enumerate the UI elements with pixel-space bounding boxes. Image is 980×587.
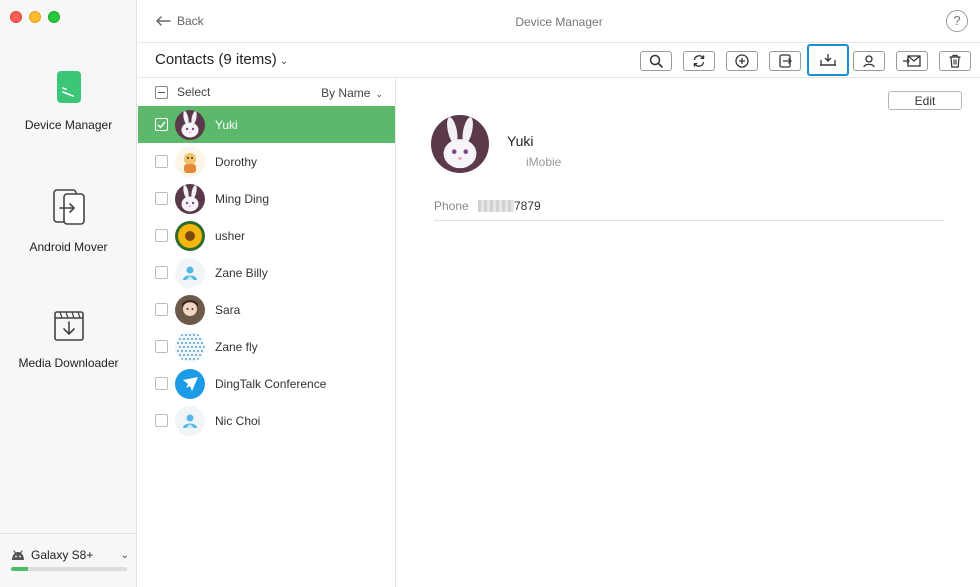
trash-icon	[949, 54, 961, 68]
contact-row[interactable]: usher	[138, 217, 395, 254]
avatar	[175, 109, 205, 140]
contact-row[interactable]: Nic Choi	[138, 402, 395, 439]
send-icon	[903, 55, 921, 67]
content-header: Contacts (9 items) ⌄	[138, 43, 980, 78]
export-icon	[779, 54, 792, 68]
storage-fill	[11, 567, 29, 571]
row-checkbox[interactable]	[155, 377, 168, 390]
download-icon	[53, 311, 84, 341]
row-checkbox[interactable]	[155, 303, 168, 316]
contact-name: usher	[215, 228, 246, 243]
contact-company: iMobie	[526, 155, 562, 169]
avatar	[175, 183, 205, 214]
title-bar: Back Device Manager ?	[138, 0, 980, 43]
add-button[interactable]	[726, 51, 758, 71]
sort-label: By Name	[321, 86, 371, 100]
sidebar-item-label: Media Downloader	[18, 356, 119, 370]
contact-detail-panel: Edit Yuki iMobie Phone 7879	[397, 78, 980, 587]
contact-row[interactable]: Ming Ding	[138, 180, 395, 217]
contact-name: Sara	[215, 302, 241, 317]
storage-bar	[11, 567, 127, 571]
chevron-down-icon[interactable]: ⌄	[121, 550, 129, 561]
contact-row[interactable]: Zane Billy	[138, 254, 395, 291]
row-checkbox[interactable]	[155, 155, 168, 168]
contact-name: Yuki	[215, 117, 238, 132]
refresh-button[interactable]	[683, 51, 715, 71]
phone-value: 7879	[514, 199, 541, 213]
refresh-icon	[693, 55, 705, 67]
device-name: Galaxy S8+	[31, 548, 94, 562]
contact-row[interactable]: DingTalk Conference	[138, 365, 395, 402]
android-icon	[12, 549, 24, 560]
row-checkbox[interactable]	[155, 266, 168, 279]
avatar	[175, 368, 205, 399]
contact-row[interactable]: Zane fly	[138, 328, 395, 365]
zoom-window-button[interactable]	[48, 11, 60, 23]
import-button[interactable]	[807, 44, 849, 76]
row-checkbox[interactable]	[155, 340, 168, 353]
send-button[interactable]	[896, 51, 928, 71]
contact-name: Zane Billy	[215, 265, 268, 280]
phone-field: Phone 7879	[434, 199, 945, 221]
checkbox-partial-icon	[155, 85, 168, 99]
category-dropdown[interactable]: Contacts (9 items) ⌄	[155, 51, 288, 68]
contact-name: Nic Choi	[215, 413, 261, 428]
minimize-window-button[interactable]	[29, 11, 41, 23]
contact-name: Dorothy	[215, 154, 258, 169]
contact-row[interactable]: Yuki	[138, 106, 395, 143]
avatar	[175, 257, 205, 288]
import-icon	[820, 54, 836, 66]
contact-avatar	[431, 115, 489, 173]
help-button[interactable]: ?	[946, 10, 968, 32]
edit-button[interactable]: Edit	[888, 91, 962, 110]
avatar	[175, 294, 205, 325]
contact-list: Yuki Dorothy Ming Ding usher Zane Billy Sara Z…	[138, 106, 395, 439]
window-controls	[10, 11, 60, 23]
contact-name: Yuki	[507, 133, 534, 149]
export-button[interactable]	[769, 51, 801, 71]
window-title: Device Manager	[515, 15, 603, 29]
contact-name: Zane fly	[215, 339, 258, 354]
avatar	[175, 220, 205, 251]
contact-button[interactable]	[853, 51, 885, 71]
chevron-down-icon: ⌄	[279, 56, 289, 67]
phone-label: Phone	[434, 199, 469, 213]
list-header: Select By Name ⌄	[138, 78, 395, 106]
chevron-down-icon: ⌄	[375, 89, 383, 99]
sort-dropdown[interactable]: By Name ⌄	[321, 86, 383, 100]
search-button[interactable]	[640, 51, 672, 71]
sidebar-item-android-mover[interactable]: Android Mover	[0, 188, 137, 254]
page-title: Contacts (9 items)	[155, 51, 277, 68]
avatar	[175, 146, 205, 177]
row-checkbox[interactable]	[155, 192, 168, 205]
bunny-avatar-icon	[431, 115, 489, 173]
contact-row[interactable]: Sara	[138, 291, 395, 328]
select-label: Select	[177, 85, 211, 99]
sidebar-item-media-downloader[interactable]: Media Downloader	[0, 310, 137, 370]
close-window-button[interactable]	[10, 11, 22, 23]
avatar	[175, 405, 205, 436]
contact-list-panel: Select By Name ⌄ Yuki Dorothy Ming Ding ushe…	[138, 78, 396, 587]
contact-name: DingTalk Conference	[215, 376, 327, 391]
sidebar-item-label: Device Manager	[24, 118, 113, 132]
contact-icon	[863, 55, 875, 68]
device-selector[interactable]: Galaxy S8+ ⌄	[0, 533, 137, 587]
row-checkbox[interactable]	[155, 229, 168, 242]
select-all-checkbox[interactable]: Select	[155, 85, 210, 99]
redacted-digits	[478, 200, 514, 212]
sidebar-item-label: Android Mover	[29, 240, 108, 254]
avatar	[175, 331, 205, 362]
check-icon	[157, 121, 166, 129]
sidebar-item-device-manager[interactable]: Device Manager	[0, 70, 137, 132]
delete-button[interactable]	[939, 51, 971, 71]
contact-row[interactable]: Dorothy	[138, 143, 395, 180]
transfer-icon	[52, 189, 85, 225]
add-icon	[735, 54, 749, 68]
contact-name: Ming Ding	[215, 191, 270, 206]
row-checkbox[interactable]	[155, 414, 168, 427]
row-checkbox[interactable]	[155, 118, 168, 131]
phone-icon	[56, 71, 81, 103]
sidebar: Device Manager Android Mover Media Downl…	[0, 0, 137, 587]
search-icon	[649, 54, 663, 68]
